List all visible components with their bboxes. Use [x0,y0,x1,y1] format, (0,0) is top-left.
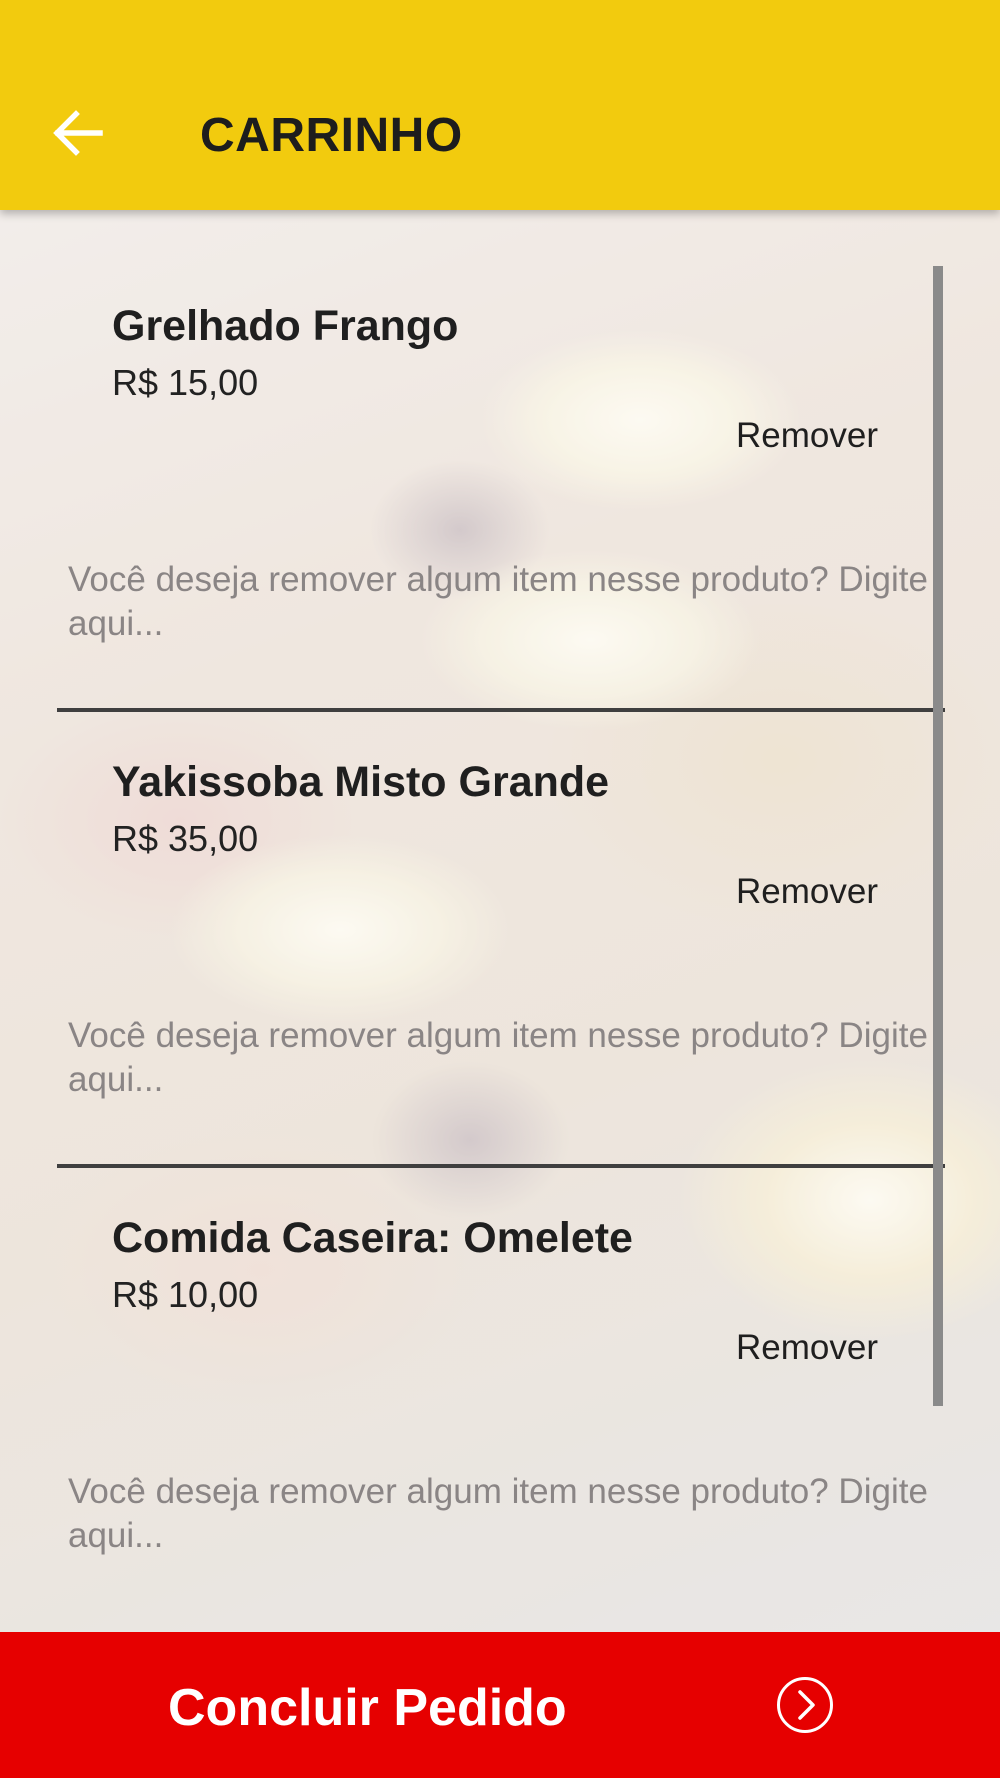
item-name: Grelhado Frango [112,302,459,350]
back-button[interactable] [50,108,106,158]
scrollbar[interactable] [933,266,943,1406]
checkout-button[interactable]: Concluir Pedido [0,1632,1000,1778]
arrow-left-icon [53,110,103,156]
divider [57,1164,945,1168]
item-price: R$ 15,00 [112,362,259,403]
cart-list[interactable]: Grelhado Frango R$ 15,00 Remover Yakisso… [0,210,1000,1632]
chevron-right-circle-icon [777,1677,833,1733]
item-note-input[interactable] [68,1014,928,1114]
page-title: CARRINHO [200,109,463,162]
item-note-input[interactable] [68,558,928,658]
checkout-label: Concluir Pedido [168,1679,567,1737]
divider [57,708,945,712]
remove-button[interactable]: Remover [736,872,878,912]
item-name: Comida Caseira: Omelete [112,1214,633,1262]
remove-button[interactable]: Remover [736,416,878,456]
app-bar: CARRINHO [0,0,1000,210]
item-name: Yakissoba Misto Grande [112,758,610,806]
item-price: R$ 35,00 [112,818,259,859]
item-note-input[interactable] [68,1470,928,1570]
item-price: R$ 10,00 [112,1274,259,1315]
remove-button[interactable]: Remover [736,1328,878,1368]
